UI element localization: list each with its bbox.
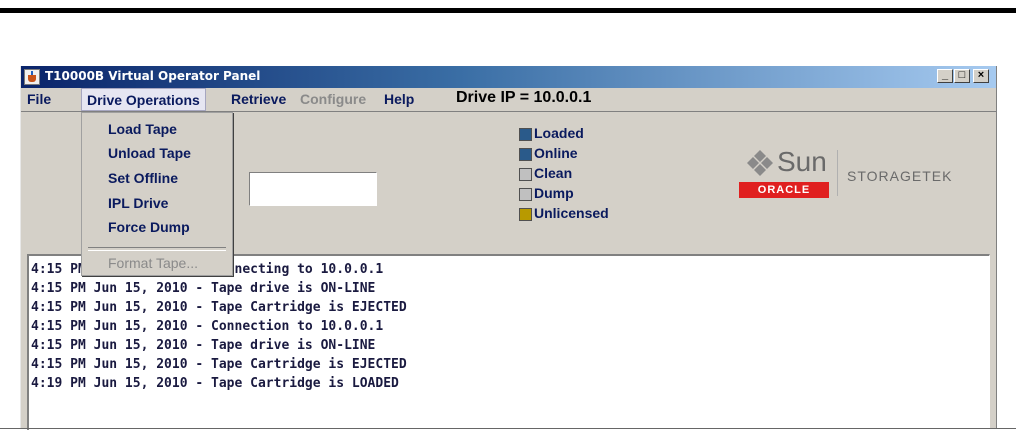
- bottom-rule: [0, 428, 1016, 429]
- drive-display-field[interactable]: [249, 172, 377, 206]
- menu-item-format-tape: Format Tape...: [108, 255, 199, 271]
- sun-wordmark: Sun: [777, 146, 827, 177]
- menu-item-load-tape[interactable]: Load Tape: [108, 121, 177, 137]
- log-line: 4:15 PM Jun 15, 2010 - Tape Cartridge is…: [31, 357, 407, 372]
- log-line: 4:15 PM Jun 15, 2010 - Tape Cartridge is…: [31, 300, 407, 315]
- maximize-button[interactable]: □: [954, 69, 970, 83]
- top-rule: [0, 8, 1016, 13]
- log-line: 4:15 PM Jun 15, 2010 - Tape drive is ON-…: [31, 338, 376, 353]
- title-bar[interactable]: T10000B Virtual Operator Panel _ □ ×: [21, 66, 996, 88]
- close-button[interactable]: ×: [973, 69, 989, 83]
- minimize-button[interactable]: _: [937, 69, 953, 83]
- menu-item-force-dump[interactable]: Force Dump: [108, 219, 190, 235]
- drive-ip-label: Drive IP = 10.0.0.1: [456, 89, 592, 106]
- menu-help[interactable]: Help: [384, 91, 414, 107]
- menu-drive-operations[interactable]: Drive Operations: [81, 88, 206, 111]
- clean-indicator-icon: [519, 168, 532, 181]
- menu-item-unload-tape[interactable]: Unload Tape: [108, 145, 191, 161]
- sun-diamond-icon: [747, 150, 773, 176]
- log-line: 4:19 PM Jun 15, 2010 - Tape Cartridge is…: [31, 376, 399, 391]
- menu-configure[interactable]: Configure: [300, 91, 366, 107]
- menu-file[interactable]: File: [27, 91, 51, 107]
- online-indicator-icon: [519, 148, 532, 161]
- dump-indicator-icon: [519, 188, 532, 201]
- menu-separator: [88, 247, 226, 251]
- window-title: T10000B Virtual Operator Panel: [45, 69, 261, 83]
- log-line: 4:15 PM Jun 15, 2010 - Connection to 10.…: [31, 319, 384, 334]
- menu-bar: File Drive Operations Retrieve Configure…: [21, 88, 996, 112]
- menu-item-set-offline[interactable]: Set Offline: [108, 170, 178, 186]
- unlicensed-indicator-icon: [519, 208, 532, 221]
- sun-oracle-storagetek-logo: Sun ORACLE STORAGETEK: [739, 144, 959, 214]
- menu-retrieve[interactable]: Retrieve: [231, 91, 286, 107]
- event-log[interactable]: 4:15 PM Jun 15, 2010 - Connecting to 10.…: [27, 254, 990, 430]
- log-line: 4:15 PM Jun 15, 2010 - Tape drive is ON-…: [31, 281, 376, 296]
- drive-operations-dropdown: Load Tape Unload Tape Set Offline IPL Dr…: [81, 112, 233, 276]
- storagetek-wordmark: STORAGETEK: [847, 168, 953, 184]
- menu-item-ipl-drive[interactable]: IPL Drive: [108, 195, 168, 211]
- oracle-badge: ORACLE: [739, 182, 829, 198]
- logo-divider: [837, 150, 838, 196]
- loaded-indicator-icon: [519, 128, 532, 141]
- java-cup-icon[interactable]: [24, 69, 40, 85]
